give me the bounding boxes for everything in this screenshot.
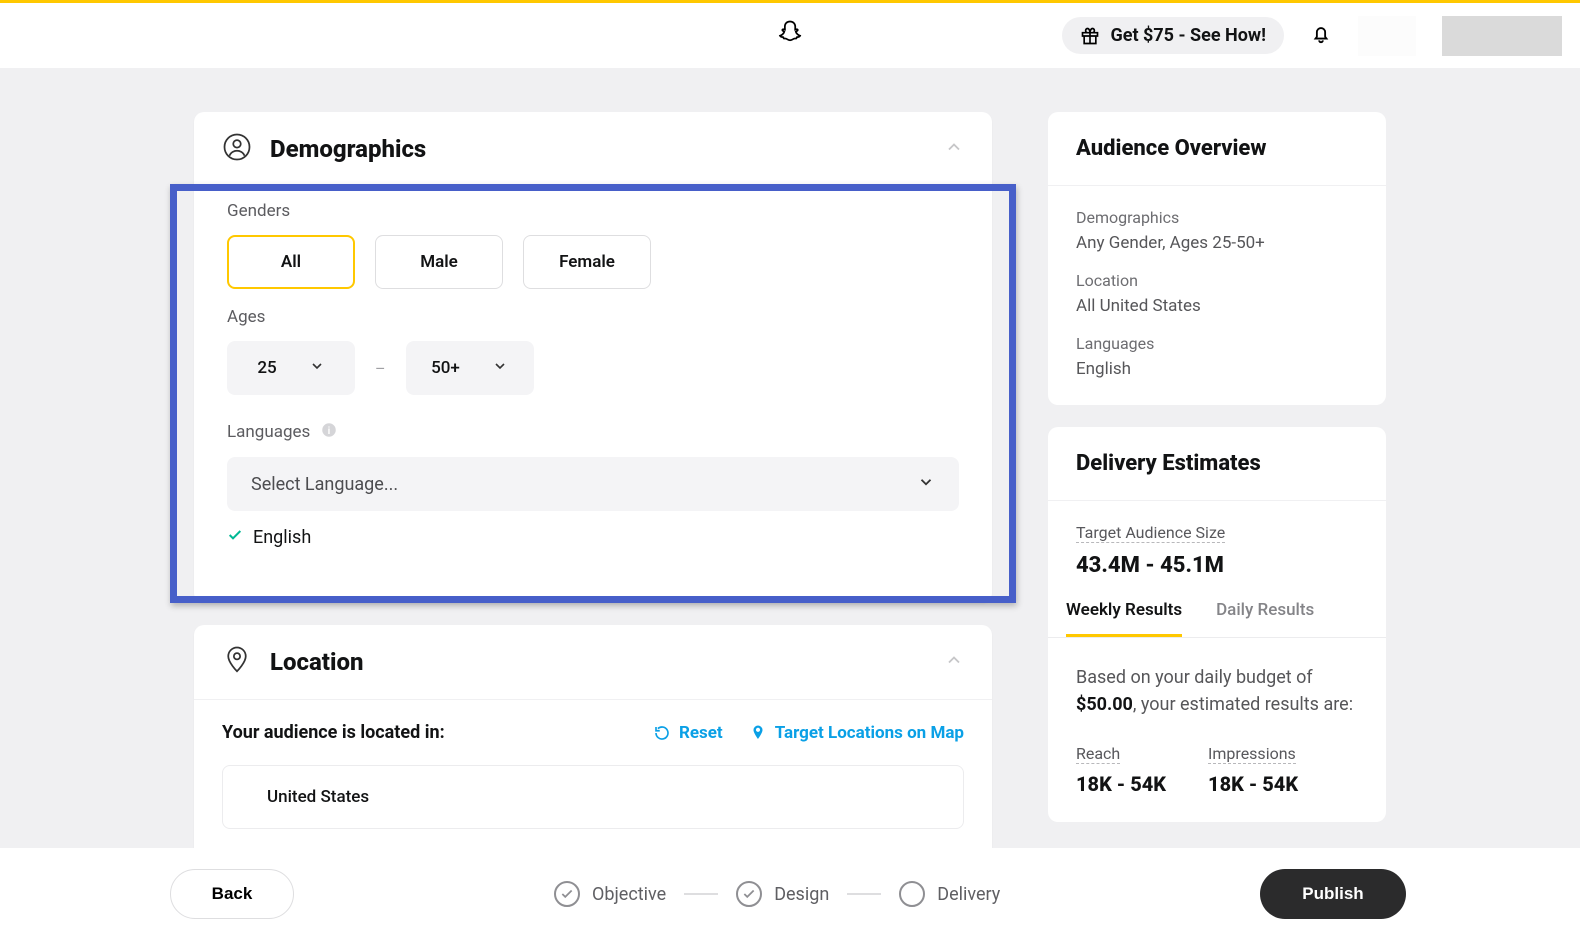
audience-size-label: Target Audience Size: [1076, 523, 1225, 543]
chevron-down-icon: [492, 358, 508, 379]
age-max-value: 50+: [431, 358, 460, 378]
check-icon: [227, 527, 243, 548]
step-separator: [684, 893, 718, 895]
chevron-down-icon: [309, 358, 325, 379]
overview-demographics-value: Any Gender, Ages 25-50+: [1076, 233, 1358, 253]
genders-label: Genders: [227, 201, 959, 221]
map-pin-icon: [749, 724, 767, 742]
location-pin-icon: [222, 645, 252, 679]
overview-languages-value: English: [1076, 359, 1358, 379]
reset-button[interactable]: Reset: [653, 723, 723, 743]
audience-overview-card: Audience Overview Demographics Any Gende…: [1048, 112, 1386, 405]
overview-languages-label: Languages: [1076, 334, 1358, 353]
reset-icon: [653, 724, 671, 742]
overview-location-label: Location: [1076, 271, 1358, 290]
promo-label: Get $75 - See How!: [1110, 25, 1266, 46]
demographics-highlight-box: Genders All Male Female Ages 25 – 50+: [170, 184, 1016, 603]
step-delivery[interactable]: Delivery: [899, 881, 1000, 907]
step-check-icon: [554, 881, 580, 907]
notifications-icon[interactable]: [1310, 23, 1332, 49]
target-on-map-button[interactable]: Target Locations on Map: [749, 723, 964, 743]
svg-text:i: i: [328, 426, 331, 437]
language-placeholder: Select Language...: [251, 474, 398, 495]
estimates-title: Delivery Estimates: [1048, 427, 1386, 501]
languages-label: Languages: [227, 422, 310, 442]
collapse-icon[interactable]: [944, 137, 964, 161]
gift-icon: [1080, 26, 1100, 46]
reach-label: Reach: [1076, 744, 1120, 764]
age-max-select[interactable]: 50+: [406, 341, 534, 395]
chevron-down-icon: [917, 473, 935, 496]
location-prompt: Your audience is located in:: [222, 722, 445, 743]
impressions-label: Impressions: [1208, 744, 1296, 764]
publish-button[interactable]: Publish: [1260, 869, 1406, 919]
selected-language-label: English: [253, 527, 311, 548]
step-design[interactable]: Design: [736, 881, 829, 907]
account-menu-placeholder[interactable]: [1442, 16, 1562, 56]
step-separator: [847, 893, 881, 895]
gender-male-button[interactable]: Male: [375, 235, 503, 289]
info-icon[interactable]: i: [320, 421, 338, 443]
person-icon: [222, 132, 252, 166]
ages-label: Ages: [227, 307, 959, 327]
location-country-box[interactable]: United States: [222, 765, 964, 829]
collapse-icon[interactable]: [944, 650, 964, 674]
location-card: Location Your audience is located in: Re…: [194, 625, 992, 848]
step-objective[interactable]: Objective: [554, 881, 666, 907]
age-separator: –: [375, 359, 386, 378]
account-name-placeholder: [1358, 16, 1416, 56]
step-circle-icon: [899, 881, 925, 907]
delivery-estimates-card: Delivery Estimates Target Audience Size …: [1048, 427, 1386, 822]
selected-language-chip[interactable]: English: [227, 527, 959, 548]
step-check-icon: [736, 881, 762, 907]
header: Get $75 - See How!: [0, 3, 1580, 68]
stepper: Objective Design Delivery: [554, 881, 1000, 907]
budget-text: Based on your daily budget of $50.00, yo…: [1076, 638, 1358, 744]
tab-daily-results[interactable]: Daily Results: [1216, 600, 1314, 637]
age-min-select[interactable]: 25: [227, 341, 355, 395]
logo[interactable]: [775, 19, 805, 53]
promo-pill[interactable]: Get $75 - See How!: [1062, 17, 1284, 54]
reach-value: 18K - 54K: [1076, 772, 1166, 796]
map-label: Target Locations on Map: [775, 723, 964, 743]
location-title: Location: [270, 648, 926, 676]
reset-label: Reset: [679, 723, 723, 743]
demographics-title: Demographics: [270, 135, 926, 163]
overview-location-value: All United States: [1076, 296, 1358, 316]
age-min-value: 25: [257, 358, 276, 378]
demographics-card: Demographics Genders All Male Female Age…: [194, 112, 992, 603]
impressions-value: 18K - 54K: [1208, 772, 1298, 796]
gender-all-button[interactable]: All: [227, 235, 355, 289]
overview-title: Audience Overview: [1048, 112, 1386, 186]
tab-weekly-results[interactable]: Weekly Results: [1066, 600, 1182, 637]
overview-demographics-label: Demographics: [1076, 208, 1358, 227]
back-button[interactable]: Back: [170, 869, 294, 919]
location-country-value: United States: [267, 787, 369, 807]
gender-female-button[interactable]: Female: [523, 235, 651, 289]
snapchat-icon: [775, 19, 805, 49]
language-select[interactable]: Select Language...: [227, 457, 959, 511]
audience-size-value: 43.4M - 45.1M: [1076, 553, 1358, 578]
footer: Back Objective Design Delivery Publish: [0, 848, 1580, 940]
